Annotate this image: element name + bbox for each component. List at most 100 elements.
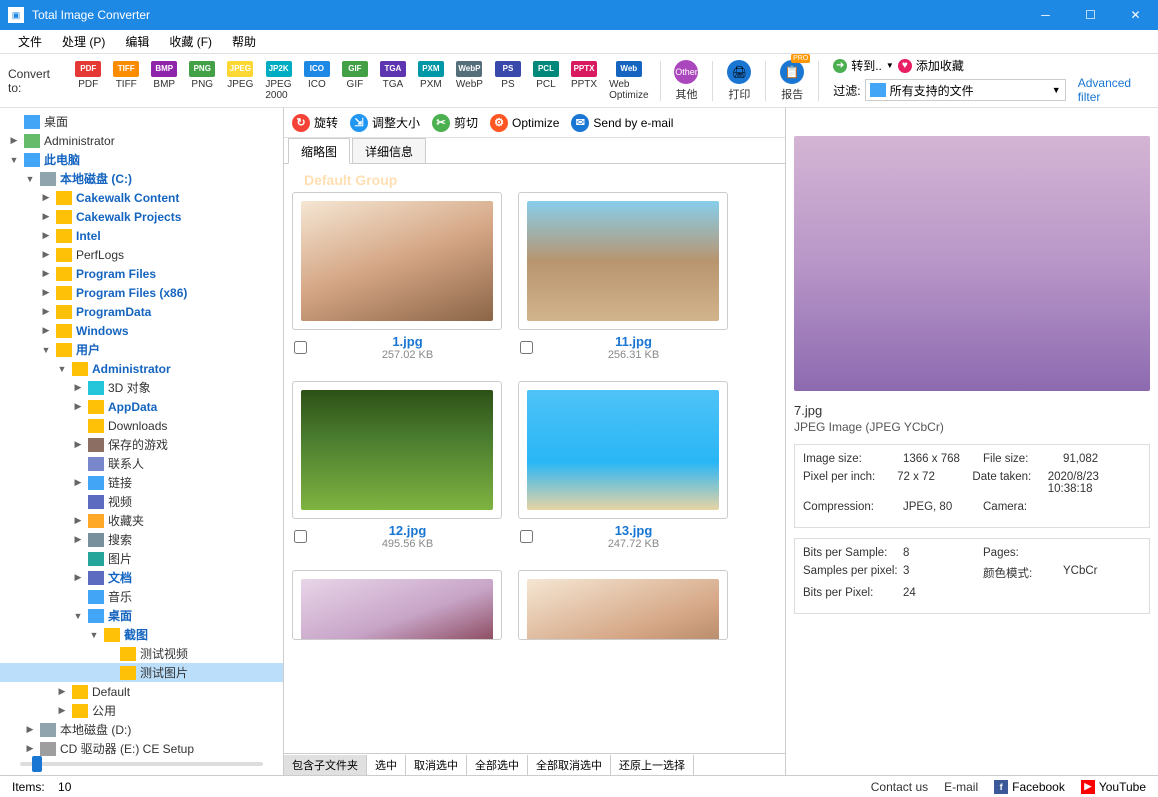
menu-1[interactable]: 处理 (P) — [52, 30, 115, 53]
thumb-checkbox[interactable] — [294, 530, 307, 543]
tree-item-18[interactable]: 联系人 — [0, 454, 283, 473]
thumb-card[interactable]: 1.jpg257.02 KB — [292, 192, 502, 365]
format-pcl[interactable]: PCLPCL — [528, 59, 564, 103]
thumb-card[interactable] — [292, 570, 502, 640]
format-jpeg 2000[interactable]: JP2KJPEG 2000 — [260, 59, 297, 103]
selection-btn-3[interactable]: 全部选中 — [467, 755, 528, 775]
tree-item-29[interactable]: 测试图片 — [0, 663, 283, 682]
minimize-button[interactable]: ─ — [1023, 0, 1068, 30]
format-pdf[interactable]: PDFPDF — [70, 59, 106, 103]
ico-icon: ICO — [304, 61, 330, 77]
zoom-slider[interactable] — [0, 758, 283, 770]
tree-item-28[interactable]: 测试视频 — [0, 644, 283, 663]
tree-item-12[interactable]: ▼用户 — [0, 340, 283, 359]
tab-details[interactable]: 详细信息 — [352, 138, 426, 163]
meta-value: JPEG, 80 — [903, 501, 983, 513]
contact-link[interactable]: Contact us — [871, 780, 928, 794]
tree-item-2[interactable]: ▼此电脑 — [0, 150, 283, 169]
tree-item-27[interactable]: ▼截图 — [0, 625, 283, 644]
tree-item-24[interactable]: ▶文档 — [0, 568, 283, 587]
thumb-card[interactable]: 13.jpg247.72 KB — [518, 381, 728, 554]
tree-item-1[interactable]: ▶Administrator — [0, 131, 283, 150]
rotate-button[interactable]: ↻旋转 — [292, 114, 338, 132]
tree-item-11[interactable]: ▶Windows — [0, 321, 283, 340]
tree-item-31[interactable]: ▶公用 — [0, 701, 283, 720]
tree-item-25[interactable]: 音乐 — [0, 587, 283, 606]
menu-3[interactable]: 收藏 (F) — [159, 30, 222, 53]
format-ico[interactable]: ICOICO — [299, 59, 335, 103]
format-ps[interactable]: PSPS — [490, 59, 526, 103]
format-pxm[interactable]: PXMPXM — [413, 59, 449, 103]
tree-item-17[interactable]: ▶保存的游戏 — [0, 435, 283, 454]
tree-item-22[interactable]: ▶搜索 — [0, 530, 283, 549]
email-button[interactable]: ✉Send by e-mail — [571, 114, 673, 132]
convert-to-button[interactable]: ➜ 转到.. ▼ — [833, 57, 894, 74]
resize-button[interactable]: ⇲调整大小 — [350, 114, 420, 132]
thumb-checkbox[interactable] — [520, 530, 533, 543]
tree-item-16[interactable]: Downloads — [0, 416, 283, 435]
tree-item-0[interactable]: 桌面 — [0, 112, 283, 131]
other-formats-button[interactable]: Other 其他 — [666, 58, 706, 104]
tree-item-26[interactable]: ▼桌面 — [0, 606, 283, 625]
selection-btn-4[interactable]: 全部取消选中 — [528, 755, 611, 775]
tree-item-23[interactable]: 图片 — [0, 549, 283, 568]
facebook-link[interactable]: f Facebook — [994, 780, 1065, 794]
youtube-link[interactable]: ▶ YouTube — [1081, 780, 1146, 794]
tree-item-6[interactable]: ▶Intel — [0, 226, 283, 245]
format-pptx[interactable]: PPTXPPTX — [566, 59, 602, 103]
tree-item-3[interactable]: ▼本地磁盘 (C:) — [0, 169, 283, 188]
report-button[interactable]: 📋PRO 报告 — [772, 58, 812, 104]
crop-button[interactable]: ✂剪切 — [432, 114, 478, 132]
tree-item-4[interactable]: ▶Cakewalk Content — [0, 188, 283, 207]
tree-item-15[interactable]: ▶AppData — [0, 397, 283, 416]
thumb-card[interactable]: 11.jpg256.31 KB — [518, 192, 728, 365]
tree-item-7[interactable]: ▶PerfLogs — [0, 245, 283, 264]
tab-thumbnail[interactable]: 缩略图 — [288, 138, 350, 164]
thumb-card[interactable] — [518, 570, 728, 640]
thumb-card[interactable]: 12.jpg495.56 KB — [292, 381, 502, 554]
format-bmp[interactable]: BMPBMP — [146, 59, 182, 103]
menu-4[interactable]: 帮助 — [222, 30, 266, 53]
tree-item-33[interactable]: ▶CD 驱动器 (E:) CE Setup — [0, 739, 283, 758]
tree-item-21[interactable]: ▶收藏夹 — [0, 511, 283, 530]
tree-item-32[interactable]: ▶本地磁盘 (D:) — [0, 720, 283, 739]
tree-item-20[interactable]: 视频 — [0, 492, 283, 511]
format-jpeg[interactable]: JPEGJPEG — [222, 59, 258, 103]
disk-icon — [40, 723, 56, 737]
link-icon — [88, 476, 104, 490]
tree-item-5[interactable]: ▶Cakewalk Projects — [0, 207, 283, 226]
folder-icon — [72, 362, 88, 376]
tree-item-13[interactable]: ▼Administrator — [0, 359, 283, 378]
email-link[interactable]: E-mail — [944, 780, 978, 794]
menu-0[interactable]: 文件 — [8, 30, 52, 53]
tree-caret-icon: ▼ — [72, 611, 84, 621]
add-favorite-button[interactable]: ♥ 添加收藏 — [898, 57, 964, 74]
print-button[interactable]: 🖨 打印 — [719, 58, 759, 104]
tree-item-19[interactable]: ▶链接 — [0, 473, 283, 492]
thumb-checkbox[interactable] — [520, 341, 533, 354]
thumb-checkbox[interactable] — [294, 341, 307, 354]
selection-btn-5[interactable]: 还原上一选择 — [611, 755, 694, 775]
selection-btn-1[interactable]: 选中 — [367, 755, 406, 775]
menu-2[interactable]: 编辑 — [115, 30, 159, 53]
format-webp[interactable]: WebPWebP — [451, 59, 488, 103]
advanced-filter-link[interactable]: Advanced filter — [1078, 76, 1150, 104]
tree-item-9[interactable]: ▶Program Files (x86) — [0, 283, 283, 302]
meta-value: 2020/8/23 10:38:18 — [1048, 471, 1141, 495]
filter-dropdown[interactable]: 所有支持的文件 ▼ — [865, 79, 1066, 101]
format-tiff[interactable]: TIFFTIFF — [108, 59, 144, 103]
maximize-button[interactable]: ☐ — [1068, 0, 1113, 30]
optimize-button[interactable]: ⚙Optimize — [490, 114, 559, 132]
tree-item-14[interactable]: ▶3D 对象 — [0, 378, 283, 397]
format-gif[interactable]: GIFGIF — [337, 59, 373, 103]
selection-btn-0[interactable]: 包含子文件夹 — [284, 755, 367, 775]
format-tga[interactable]: TGATGA — [375, 59, 411, 103]
tree-item-30[interactable]: ▶Default — [0, 682, 283, 701]
tree-item-10[interactable]: ▶ProgramData — [0, 302, 283, 321]
format-web optimize[interactable]: WebWeb Optimize — [604, 59, 653, 103]
tree-item-8[interactable]: ▶Program Files — [0, 264, 283, 283]
close-button[interactable]: ✕ — [1113, 0, 1158, 30]
selection-btn-2[interactable]: 取消选中 — [406, 755, 467, 775]
format-png[interactable]: PNGPNG — [184, 59, 220, 103]
folder-tree[interactable]: 桌面▶Administrator▼此电脑▼本地磁盘 (C:)▶Cakewalk … — [0, 108, 284, 775]
